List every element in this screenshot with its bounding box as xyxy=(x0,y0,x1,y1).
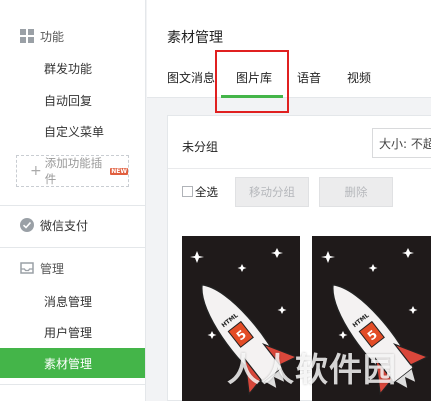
sidebar-section-function: 功能 xyxy=(0,24,146,48)
size-filter-text: 大小: 不超 xyxy=(379,136,431,151)
divider xyxy=(0,247,145,248)
size-filter-select[interactable]: 大小: 不超 xyxy=(372,128,431,158)
sidebar-item-custom-menu[interactable]: 自定义菜单 xyxy=(0,116,145,146)
sidebar-item-label: 消息管理 xyxy=(44,294,93,309)
section-label: 管理 xyxy=(40,261,65,276)
check-circle-icon xyxy=(20,218,34,232)
sidebar-item-user-manage[interactable]: 用户管理 xyxy=(0,317,145,347)
sidebar-item-label: 用户管理 xyxy=(44,325,93,340)
add-plugin-button[interactable]: + 添加功能插件 NEW xyxy=(16,155,129,187)
section-label: 功能 xyxy=(40,29,65,44)
main-header: 素材管理 图文消息 图片库 语音 视频 xyxy=(147,0,431,98)
sidebar-item-mass-send[interactable]: 群发功能 xyxy=(0,53,145,83)
sidebar: 功能 群发功能 自动回复 自定义菜单 + 添加功能插件 NEW 微信支付 管理 … xyxy=(0,0,146,401)
divider xyxy=(0,384,145,385)
sidebar-item-message-manage[interactable]: 消息管理 xyxy=(0,286,145,316)
sidebar-section-manage: 管理 xyxy=(0,256,146,280)
move-group-button[interactable]: 移动分组 xyxy=(235,177,309,207)
sidebar-item-label: 自动回复 xyxy=(44,93,93,108)
divider xyxy=(168,168,431,169)
main-content: 素材管理 图文消息 图片库 语音 视频 未分组 大小: 不超 全选 移动分组 删… xyxy=(147,0,431,401)
grid-icon xyxy=(20,29,34,43)
delete-label: 删除 xyxy=(344,185,368,199)
plus-icon: + xyxy=(30,163,42,179)
sidebar-item-label: 群发功能 xyxy=(44,61,93,76)
tab-articles[interactable]: 图文消息 xyxy=(167,69,215,86)
add-plugin-label: 添加功能插件 xyxy=(44,156,103,186)
divider xyxy=(0,205,145,206)
sidebar-item-label: 自定义菜单 xyxy=(44,124,105,139)
new-badge: NEW xyxy=(110,167,128,175)
delete-button[interactable]: 删除 xyxy=(319,177,393,207)
inbox-icon xyxy=(20,262,34,274)
sidebar-item-label: 素材管理 xyxy=(44,356,93,371)
group-label: 未分组 xyxy=(182,140,219,154)
select-all-label[interactable]: 全选 xyxy=(195,184,218,200)
page-title: 素材管理 xyxy=(167,30,223,46)
sidebar-item-material-manage[interactable]: 素材管理 xyxy=(0,348,145,378)
sidebar-item-auto-reply[interactable]: 自动回复 xyxy=(0,85,145,115)
annotation-highlight-box xyxy=(215,50,289,113)
move-group-label: 移动分组 xyxy=(249,185,295,199)
section-label: 微信支付 xyxy=(40,218,89,233)
sidebar-item-wechat-pay[interactable]: 微信支付 xyxy=(0,213,146,237)
tab-voice[interactable]: 语音 xyxy=(297,69,321,86)
select-all-checkbox[interactable] xyxy=(182,186,193,197)
watermark: 人人软件园 xyxy=(227,350,397,389)
tab-video[interactable]: 视频 xyxy=(347,69,371,86)
